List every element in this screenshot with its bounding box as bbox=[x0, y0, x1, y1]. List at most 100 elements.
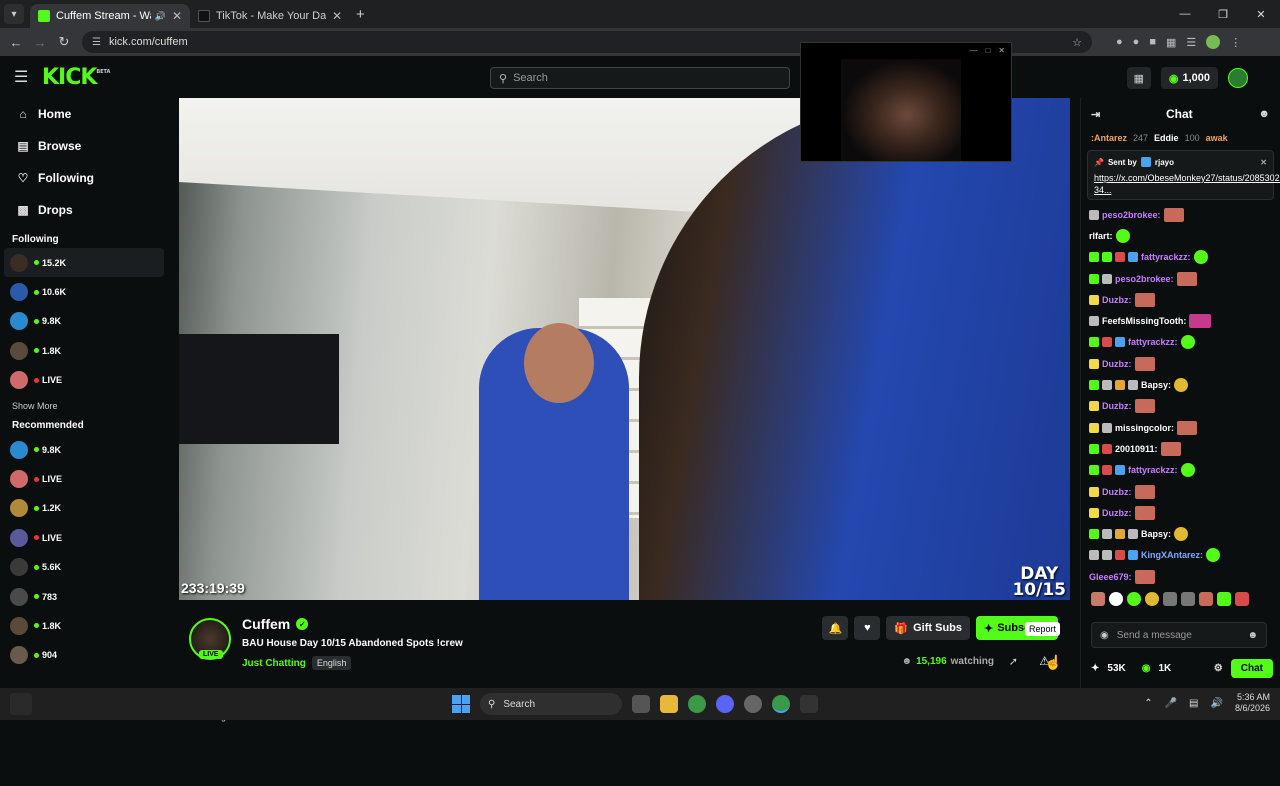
sidebar-channel-lospollostv[interactable]: LosPollosTVSlots & Casino9.8K bbox=[0, 307, 240, 722]
bookmark-star-icon[interactable]: ☆ bbox=[1072, 36, 1082, 49]
sidebar-channel-dasgasd3m[interactable]: Dasgasd3mFortniteLIVE bbox=[0, 366, 235, 722]
chat-username[interactable]: peso2brokee: bbox=[1115, 274, 1174, 284]
emote-icon[interactable] bbox=[1235, 592, 1249, 607]
pinned-link[interactable]: https://x.com/ObeseMonkey27/status/20853… bbox=[1094, 172, 1280, 196]
microphone-icon[interactable]: 🎤 bbox=[1165, 698, 1177, 709]
chat-username[interactable]: fattyrackzz: bbox=[1128, 337, 1178, 347]
chat-message-input[interactable]: ◉ Send a message ☻ bbox=[1091, 622, 1267, 648]
sidebar-channel-lospollostv[interactable]: LosPollosTVSlots & Casino9.8K bbox=[0, 435, 240, 722]
chrome-icon[interactable] bbox=[688, 695, 706, 713]
file-explorer-icon[interactable] bbox=[660, 695, 678, 713]
follow-heart-button[interactable]: ♥ bbox=[854, 616, 881, 640]
close-tab-icon[interactable]: ✕ bbox=[332, 9, 342, 23]
chrome-active-icon[interactable] bbox=[772, 695, 790, 713]
chat-username[interactable]: Duzbz: bbox=[1102, 359, 1132, 369]
chat-username[interactable]: Bapsy: bbox=[1141, 529, 1171, 539]
chat-username[interactable]: Duzbz: bbox=[1102, 508, 1132, 518]
sidebar-channel-gymskin[interactable]: gymskinIRLLIVE bbox=[0, 523, 220, 722]
collapse-chat-icon[interactable]: ⇥ bbox=[1091, 108, 1100, 121]
language-tag[interactable]: English bbox=[311, 656, 352, 670]
video-player[interactable]: 233:19:39 DAY 10/15 bbox=[179, 98, 1070, 600]
back-icon[interactable]: ← bbox=[4, 35, 28, 50]
sidebar-channel-adrienbroner[interactable]: AdrienBronerIRL5.6K bbox=[0, 553, 243, 722]
chat-username[interactable]: FeefsMissingTooth: bbox=[1102, 316, 1186, 326]
sidebar-channel-treyliving[interactable]: treylivingJust Chatting1.8K bbox=[0, 336, 226, 722]
popup-maximize-icon[interactable]: □ bbox=[985, 46, 990, 55]
minimize-icon[interactable]: — bbox=[1166, 0, 1204, 28]
discord-icon[interactable] bbox=[716, 695, 734, 713]
close-tab-icon[interactable]: ✕ bbox=[172, 9, 182, 23]
webcam-popup-window[interactable]: — □ ✕ bbox=[800, 42, 1012, 162]
sidebar-item-drops[interactable]: ▩ Drops bbox=[0, 194, 168, 226]
search-input[interactable]: ⚲ Search bbox=[490, 67, 790, 89]
emote-icon[interactable] bbox=[1145, 592, 1159, 607]
gift-subs-button[interactable]: 🎁 Gift Subs bbox=[886, 616, 970, 640]
chat-username[interactable]: Duzbz: bbox=[1102, 401, 1132, 411]
notification-bell-button[interactable]: 🔔 bbox=[822, 616, 849, 640]
kicks-icon[interactable]: ✦ bbox=[1091, 663, 1099, 674]
send-chat-button[interactable]: Chat bbox=[1230, 658, 1273, 678]
chat-users-icon[interactable]: ☻ bbox=[1258, 108, 1270, 120]
emote-icon[interactable] bbox=[1163, 592, 1177, 607]
emote-icon[interactable] bbox=[1109, 592, 1123, 607]
reload-icon[interactable]: ↻ bbox=[52, 34, 76, 50]
emote-icon[interactable] bbox=[1091, 592, 1105, 607]
reading-list-icon[interactable]: ☰ bbox=[1186, 36, 1196, 49]
chat-username[interactable]: Gleee679: bbox=[1089, 572, 1132, 582]
taskbar-search[interactable]: ⚲ Search bbox=[480, 693, 622, 715]
puzzle-icon[interactable]: ▦ bbox=[1166, 36, 1176, 49]
sidebar-item-browse[interactable]: ▤ Browse bbox=[0, 130, 168, 162]
windows-start-icon[interactable] bbox=[452, 695, 470, 713]
emoji-icon[interactable]: ☻ bbox=[1247, 630, 1258, 641]
gear-icon[interactable]: ⚙ bbox=[1214, 663, 1223, 674]
user-avatar[interactable] bbox=[1228, 68, 1248, 88]
task-view-icon[interactable] bbox=[632, 695, 650, 713]
show-more-link[interactable]: Show More bbox=[0, 395, 168, 417]
sidebar-channel-jamie[interactable]: JamieSlots & Casino1.2K bbox=[0, 494, 231, 722]
sidebar-channel-cuffem[interactable]: CuffemJust Chatting15.2K bbox=[4, 248, 226, 722]
emote-icon[interactable] bbox=[1199, 592, 1213, 607]
extension-icon[interactable]: ● bbox=[1116, 36, 1123, 48]
browser-tab-kick[interactable]: Cuffem Stream - Watch Live 🔊 ✕ bbox=[30, 4, 190, 28]
sidebar-channel-dasgasd3m[interactable]: Dasgasd3mFortniteLIVE bbox=[0, 464, 235, 722]
chat-username[interactable]: Duzbz: bbox=[1102, 295, 1132, 305]
hamburger-menu-icon[interactable]: ☰ bbox=[14, 67, 28, 87]
pinned-message[interactable]: 📌 Sent by rjayo ✕ https://x.com/ObeseMonkey… bbox=[1087, 150, 1280, 200]
extension-icon[interactable]: ● bbox=[1133, 36, 1140, 48]
sidebar-channel-tyceno[interactable]: TycenoSlots & Casino904 bbox=[0, 641, 231, 722]
site-info-icon[interactable]: ☰ bbox=[92, 37, 101, 48]
volume-icon[interactable]: 🔊 bbox=[1211, 698, 1223, 709]
forward-icon[interactable]: → bbox=[28, 35, 52, 50]
clock[interactable]: 5:36 AM 8/6/2026 bbox=[1235, 692, 1270, 714]
streamer-name[interactable]: Cuffem bbox=[242, 616, 290, 632]
close-window-icon[interactable]: ✕ bbox=[1242, 0, 1280, 28]
tray-chevron-icon[interactable]: ⌃ bbox=[1144, 698, 1152, 709]
sidebar-item-home[interactable]: ⌂ Home bbox=[0, 98, 168, 130]
chat-username[interactable]: KingXAntarez: bbox=[1141, 550, 1203, 560]
emote-icon[interactable] bbox=[1127, 592, 1141, 607]
kick-coins-button[interactable]: ◉ 1,000 bbox=[1160, 67, 1218, 89]
chat-settings-circle-icon[interactable]: ◉ bbox=[1100, 630, 1109, 641]
chat-username[interactable]: 20010911: bbox=[1115, 444, 1158, 454]
chat-username[interactable]: peso2brokee: bbox=[1102, 210, 1161, 220]
emote-icon[interactable] bbox=[1181, 592, 1195, 607]
menu-dots-icon[interactable]: ⋮ bbox=[1230, 36, 1241, 49]
chat-username[interactable]: rlfart: bbox=[1089, 231, 1113, 241]
restore-icon[interactable]: ❐ bbox=[1204, 0, 1242, 28]
popup-minimize-icon[interactable]: — bbox=[969, 46, 977, 55]
app-icon[interactable] bbox=[744, 695, 762, 713]
unpin-icon[interactable]: ✕ bbox=[1260, 158, 1267, 167]
kick-logo[interactable]: KICK BETA bbox=[42, 65, 110, 90]
widgets-icon[interactable] bbox=[10, 693, 32, 715]
chat-username[interactable]: fattyrackzz: bbox=[1141, 252, 1191, 262]
sidebar-channel-lziprime[interactable]: lziprimeJust Chatting783 bbox=[0, 582, 226, 722]
sidebar-channel-treyliving[interactable]: treylivingJust Chatting1.8K bbox=[0, 611, 226, 722]
network-icon[interactable]: ▤ bbox=[1189, 698, 1198, 709]
stream-category-link[interactable]: Just Chatting bbox=[242, 658, 306, 669]
popup-close-icon[interactable]: ✕ bbox=[998, 46, 1005, 55]
chat-username[interactable]: Bapsy: bbox=[1141, 380, 1171, 390]
sidebar-item-following[interactable]: ♡ Following bbox=[0, 162, 168, 194]
browser-tab-tiktok[interactable]: TikTok - Make Your Day ✕ bbox=[190, 4, 350, 28]
sidebar-channel-deenthegreat[interactable]: DeenTheGreatIRL10.6K bbox=[0, 277, 247, 722]
chat-username[interactable]: Duzbz: bbox=[1102, 487, 1132, 497]
